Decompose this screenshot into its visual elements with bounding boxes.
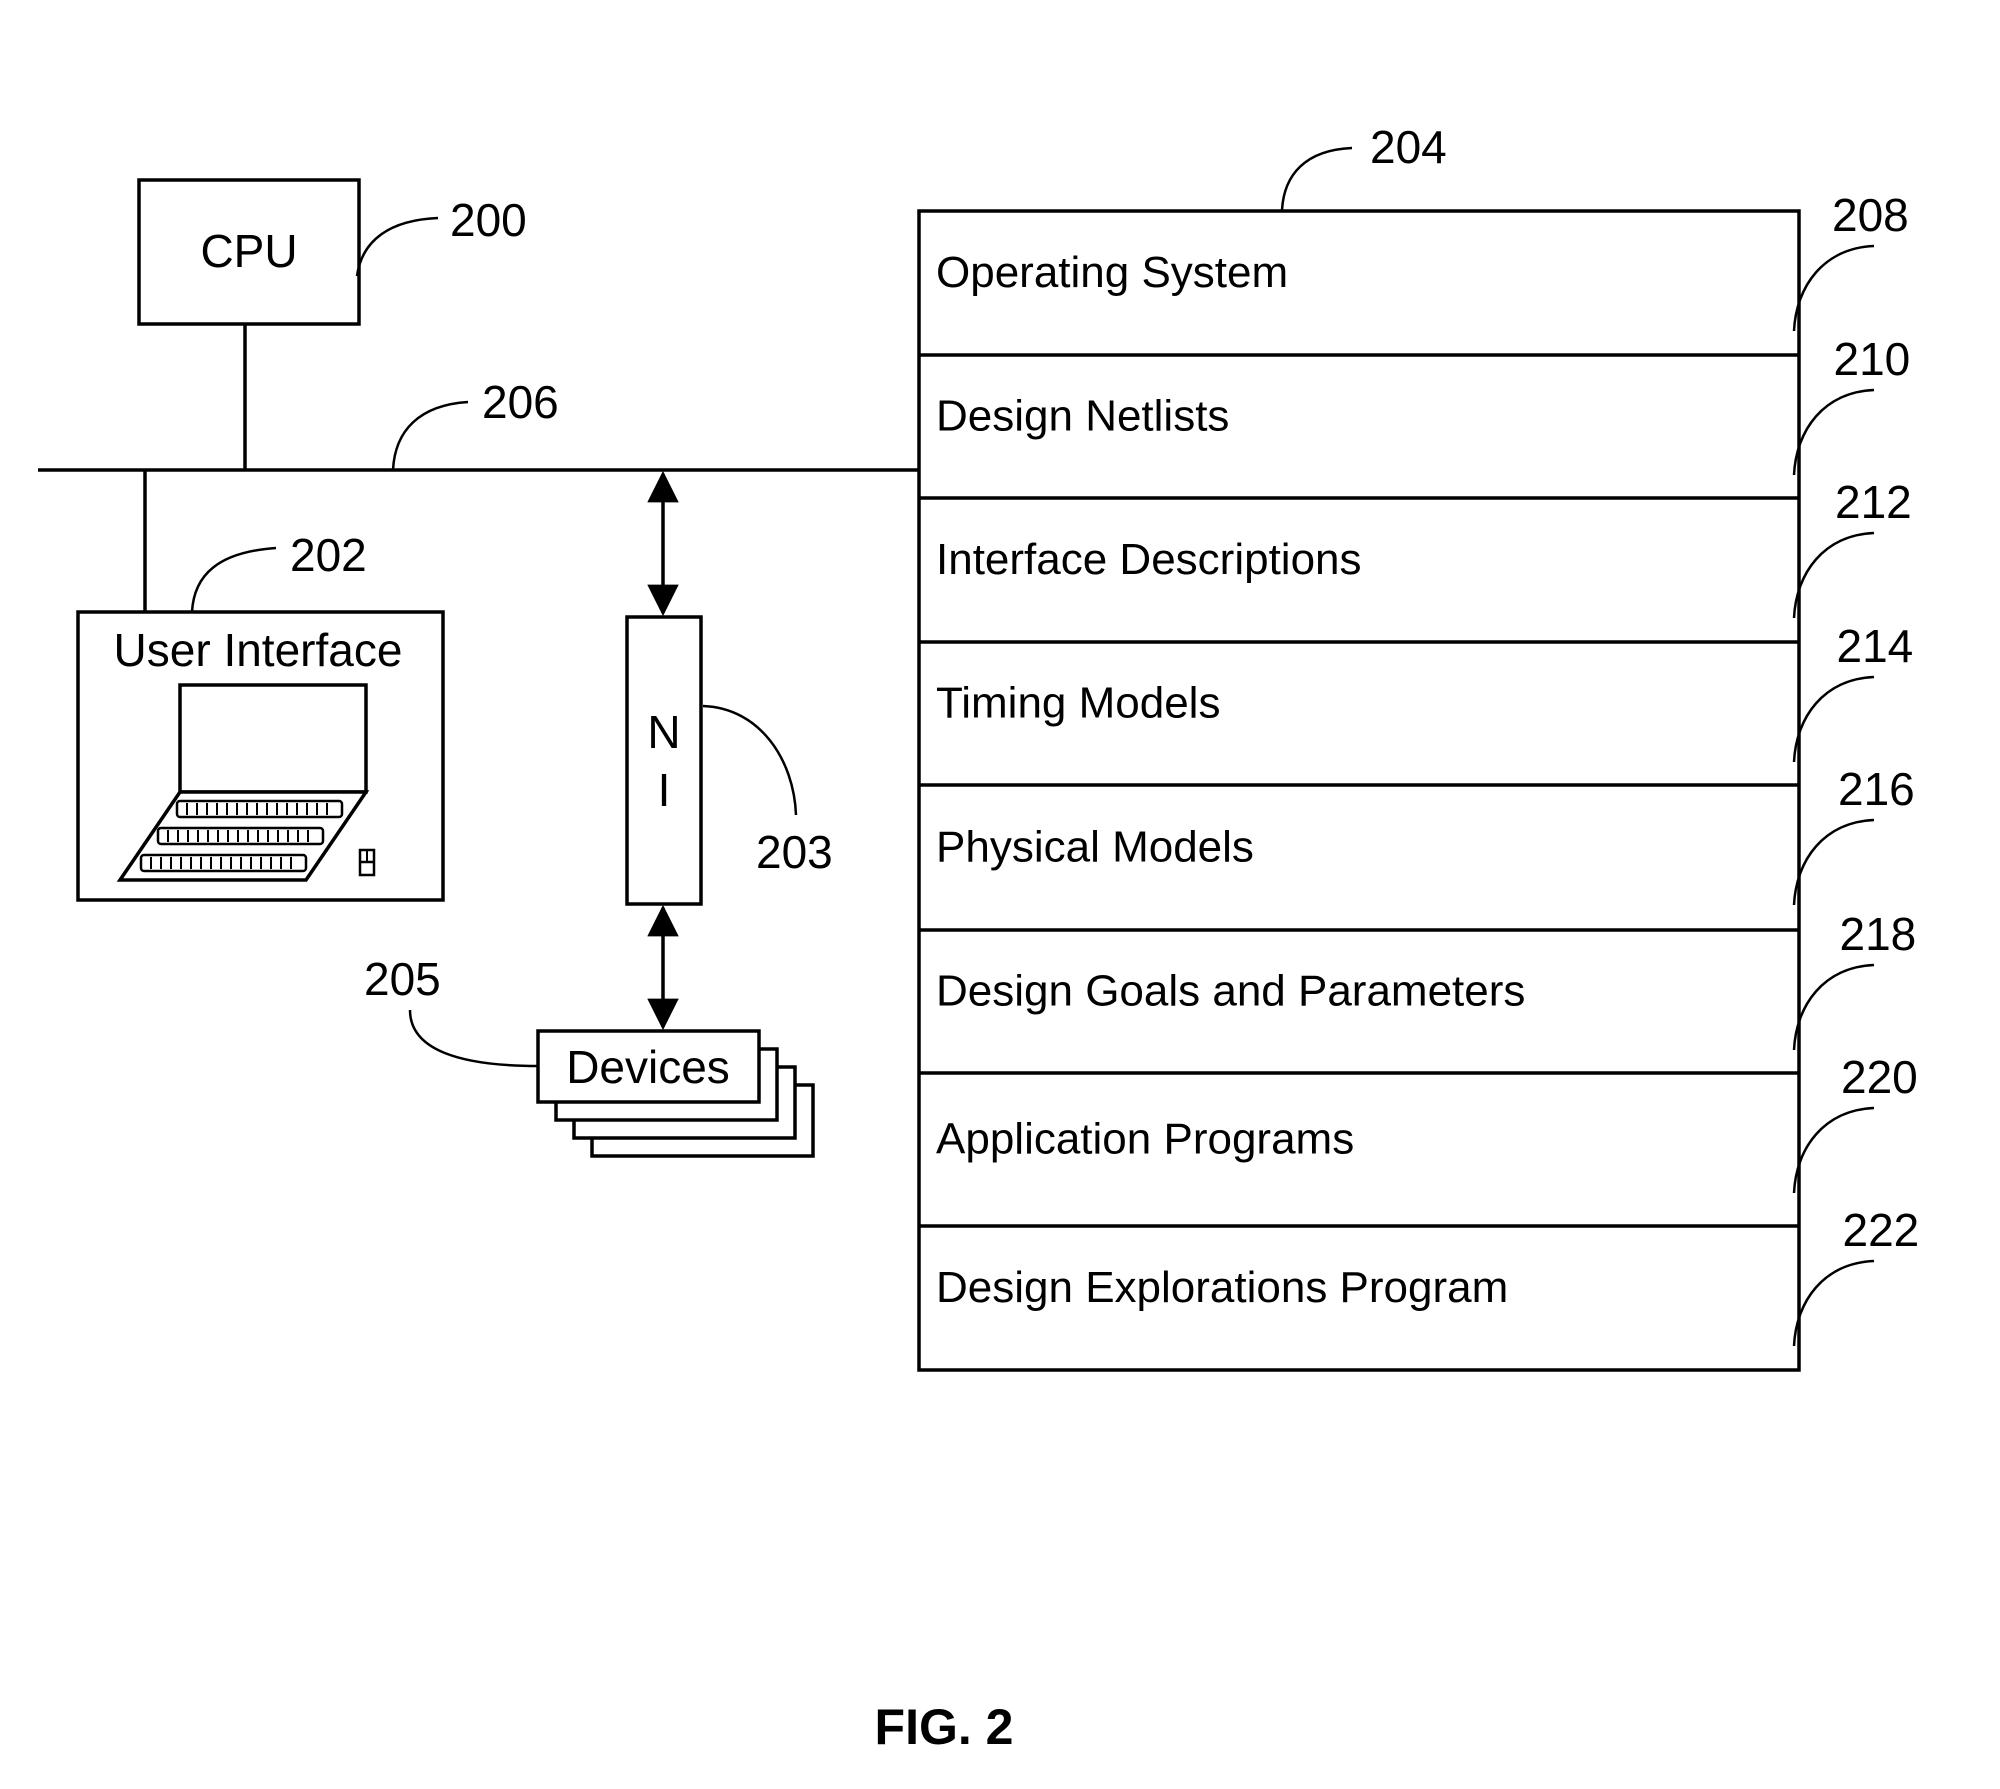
- cpu-leader-line: [355, 216, 439, 277]
- memory-section-leader-line: [1792, 963, 1875, 1051]
- ui-leader-line: [190, 546, 277, 613]
- devices-label: Devices: [566, 1041, 730, 1093]
- ni-leader-line: [702, 704, 798, 816]
- network-interface-block: N I 203: [625, 470, 833, 1031]
- cpu-label: CPU: [200, 225, 297, 277]
- ni-label-n: N: [647, 706, 680, 758]
- memory-section-label: Design Goals and Parameters: [936, 967, 1525, 1016]
- memory-block: 204 Operating System 208 Design Netlists 21…: [917, 121, 1920, 1372]
- memory-section-ref-label: 208: [1832, 189, 1909, 241]
- memory-section-leader-line: [1792, 675, 1875, 763]
- memory-section-leader-line: [1792, 244, 1875, 332]
- memory-section-ref-label: 212: [1835, 476, 1912, 528]
- devices-block: Devices 205: [364, 953, 815, 1158]
- memory-section-label: Physical Models: [936, 823, 1254, 872]
- memory-leader-line: [1280, 146, 1353, 211]
- memory-section-ref-label: 210: [1834, 333, 1911, 385]
- memory-section-label: Timing Models: [936, 679, 1220, 728]
- memory-section-leader-line: [1792, 1106, 1875, 1194]
- devices-ref-label: 205: [364, 953, 441, 1005]
- mouse-icon: [358, 848, 376, 877]
- block-diagram: 206 CPU 200 User Interface 202 N I 203 D…: [38, 121, 1920, 1755]
- memory-section-label: Design Explorations Program: [936, 1263, 1508, 1312]
- memory-box: [917, 209, 1801, 1372]
- bus-ref-label: 206: [482, 376, 559, 428]
- ui-ref-label: 202: [290, 529, 367, 581]
- memory-section-ref-label: 220: [1841, 1051, 1918, 1103]
- memory-section-ref-label: 218: [1840, 908, 1917, 960]
- memory-section-label: Operating System: [936, 248, 1288, 297]
- memory-section-label: Design Netlists: [936, 392, 1229, 441]
- memory-section-ref-label: 216: [1838, 763, 1915, 815]
- memory-section-ref-label: 222: [1843, 1204, 1920, 1256]
- user-interface-block: User Interface 202: [76, 470, 445, 902]
- memory-section-leader-line: [1792, 1259, 1875, 1347]
- figure-caption: FIG. 2: [875, 1699, 1014, 1755]
- memory-ref-label: 204: [1370, 121, 1447, 173]
- user-interface-label: User Interface: [114, 624, 403, 676]
- memory-section-leader-line: [1792, 531, 1875, 619]
- ni-label-i: I: [658, 764, 671, 816]
- memory-section-leader-line: [1792, 818, 1875, 906]
- memory-section-label: Interface Descriptions: [936, 535, 1362, 584]
- cpu-ref-label: 200: [450, 194, 527, 246]
- ni-ref-label: 203: [756, 826, 833, 878]
- devices-leader-line: [408, 1009, 539, 1068]
- memory-section-label: Application Programs: [936, 1115, 1354, 1164]
- memory-section-ref-label: 214: [1837, 620, 1914, 672]
- cpu-block: CPU 200: [137, 178, 527, 470]
- memory-section-leader-line: [1792, 388, 1875, 476]
- bus-leader-line: [391, 400, 469, 471]
- network-interface-box: [625, 615, 703, 906]
